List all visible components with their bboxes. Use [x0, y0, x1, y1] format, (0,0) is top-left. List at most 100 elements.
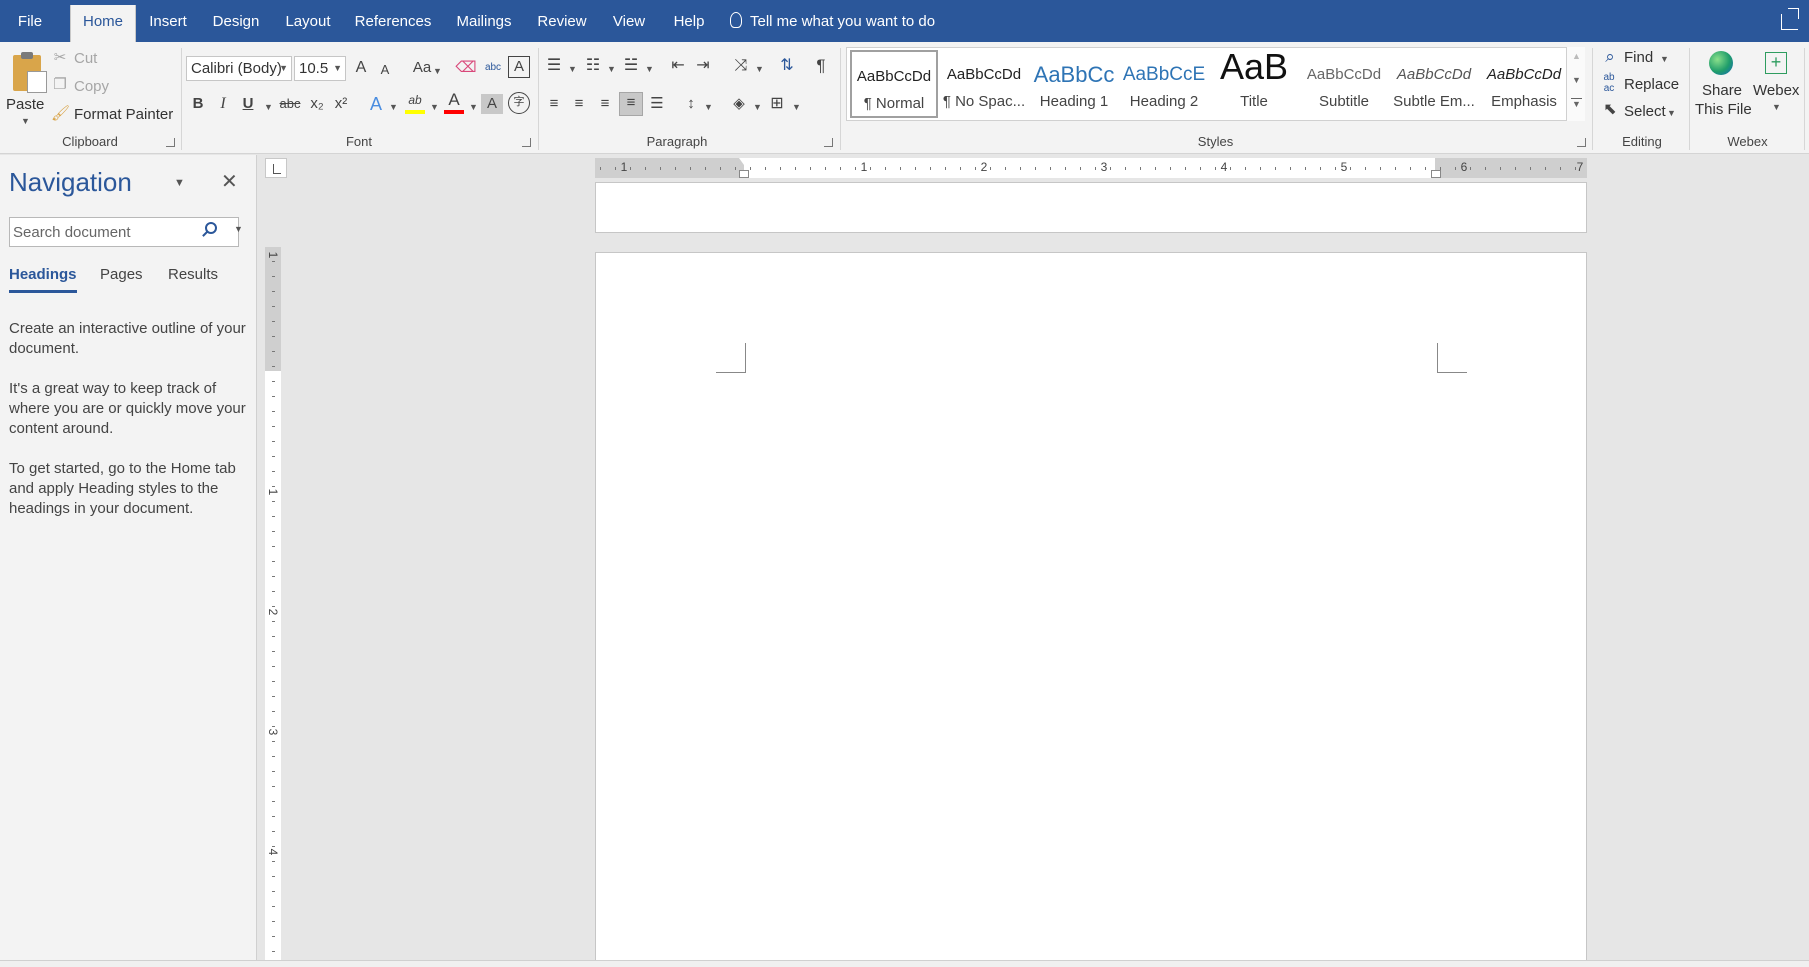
clipboard-dialog-launcher[interactable]: [166, 138, 175, 147]
bold-button[interactable]: B: [188, 94, 208, 114]
first-line-indent-marker[interactable]: [739, 158, 749, 165]
webex-button[interactable]: + Webex ▼: [1750, 46, 1804, 130]
tab-file[interactable]: File: [6, 0, 54, 42]
font-dialog-launcher[interactable]: [522, 138, 531, 147]
tab-view[interactable]: View: [604, 0, 654, 42]
borders-dropdown[interactable]: ▼: [792, 102, 801, 112]
enclose-characters-button[interactable]: 字: [508, 92, 530, 114]
increase-indent-icon[interactable]: ⇥: [692, 56, 714, 76]
grow-font-button[interactable]: A: [350, 58, 372, 78]
text-effects-button[interactable]: A: [365, 94, 387, 114]
close-icon[interactable]: ✕: [221, 169, 238, 194]
justify-icon[interactable]: ≡: [619, 92, 643, 116]
numbering-icon[interactable]: ☷: [582, 56, 604, 76]
style-title[interactable]: AaB Title: [1210, 50, 1298, 118]
horizontal-ruler[interactable]: 1 1 2 3 4 5 6 7: [595, 158, 1587, 178]
character-shading-button[interactable]: A: [481, 94, 503, 114]
italic-button[interactable]: I: [213, 94, 233, 114]
tab-help[interactable]: Help: [665, 0, 713, 42]
format-painter-button[interactable]: Format Painter: [74, 106, 173, 123]
clear-formatting-icon[interactable]: ⌫: [455, 58, 477, 78]
find-dropdown[interactable]: ▼: [1660, 54, 1669, 64]
sort-icon[interactable]: ⇅: [776, 56, 798, 76]
text-direction-dropdown[interactable]: ▼: [755, 64, 764, 74]
tab-review[interactable]: Review: [531, 0, 593, 42]
paint-bucket-icon[interactable]: ◈: [728, 94, 750, 114]
tell-me-search[interactable]: Tell me what you want to do: [730, 0, 935, 42]
highlight-dropdown[interactable]: ▼: [430, 102, 439, 112]
style-emphasis[interactable]: AaBbCcDd Emphasis: [1480, 50, 1568, 118]
strikethrough-button[interactable]: abc: [276, 94, 304, 114]
line-spacing-icon[interactable]: ↕: [680, 94, 702, 114]
gallery-more-button[interactable]: ▼: [1571, 98, 1582, 109]
show-hide-marks-button[interactable]: ¶: [810, 56, 832, 76]
bullets-dropdown[interactable]: ▼: [568, 64, 577, 74]
style-no-spacing[interactable]: AaBbCcDd ¶ No Spac...: [940, 50, 1028, 118]
select-button[interactable]: Select: [1624, 103, 1666, 120]
change-case-button[interactable]: Aa: [408, 58, 436, 78]
multilevel-list-dropdown[interactable]: ▼: [645, 64, 654, 74]
paragraph-dialog-launcher[interactable]: [824, 138, 833, 147]
paste-button[interactable]: Paste ▼: [4, 46, 47, 126]
multilevel-list-icon[interactable]: ☱: [620, 56, 642, 76]
tab-layout[interactable]: Layout: [278, 0, 338, 42]
find-button[interactable]: Find: [1624, 49, 1653, 66]
decrease-indent-icon[interactable]: ⇤: [667, 56, 689, 76]
tab-references[interactable]: References: [349, 0, 437, 42]
select-dropdown[interactable]: ▼: [1667, 108, 1676, 118]
tab-results[interactable]: Results: [168, 266, 218, 283]
gallery-scroll-up[interactable]: ▲: [1567, 51, 1586, 61]
tab-insert[interactable]: Insert: [142, 0, 194, 42]
shrink-font-button[interactable]: A: [374, 60, 396, 80]
subscript-button[interactable]: x₂: [306, 94, 328, 114]
vertical-ruler[interactable]: 1 1 2 3 4: [265, 247, 281, 963]
distributed-icon[interactable]: ☰: [646, 94, 668, 114]
right-indent-marker[interactable]: [1431, 170, 1441, 178]
text-direction-icon[interactable]: ⤨: [730, 56, 752, 76]
share-this-file-button[interactable]: Share This File: [1692, 46, 1752, 130]
hanging-indent-marker[interactable]: [739, 170, 749, 178]
cut-button[interactable]: Cut: [74, 50, 97, 67]
search-document-input[interactable]: [10, 218, 200, 246]
share-icon[interactable]: [1781, 8, 1799, 30]
shading-dropdown[interactable]: ▼: [753, 102, 762, 112]
style-heading-2[interactable]: AaBbCcE Heading 2: [1120, 50, 1208, 118]
numbering-dropdown[interactable]: ▼: [607, 64, 616, 74]
replace-button[interactable]: Replace: [1624, 76, 1679, 93]
gallery-scroll-down[interactable]: ▼: [1567, 75, 1586, 85]
tab-pages[interactable]: Pages: [100, 266, 143, 283]
font-color-button[interactable]: A: [441, 90, 467, 114]
pane-options-dropdown[interactable]: ▼: [174, 177, 185, 189]
bullets-icon[interactable]: ☰: [543, 56, 565, 76]
style-subtle-emphasis[interactable]: AaBbCcDd Subtle Em...: [1390, 50, 1478, 118]
phonetic-guide-button[interactable]: abc: [481, 58, 505, 78]
borders-icon[interactable]: ⊞: [766, 94, 788, 114]
tab-design[interactable]: Design: [205, 0, 267, 42]
highlight-button[interactable]: ab: [402, 90, 428, 114]
line-spacing-dropdown[interactable]: ▼: [704, 102, 713, 112]
font-size-combo[interactable]: 10.5 ▼: [294, 56, 346, 81]
tab-headings[interactable]: Headings: [9, 266, 77, 293]
style-normal[interactable]: AaBbCcDd ¶ Normal: [850, 50, 938, 118]
search-icon[interactable]: [205, 222, 217, 234]
tab-selector[interactable]: [265, 158, 287, 178]
document-page[interactable]: [595, 252, 1587, 967]
font-name-combo[interactable]: Calibri (Body) ▼: [186, 56, 292, 81]
align-right-icon[interactable]: ≡: [594, 94, 616, 114]
change-case-dropdown[interactable]: ▼: [433, 66, 442, 76]
underline-button[interactable]: U: [238, 94, 258, 114]
underline-dropdown[interactable]: ▼: [264, 102, 273, 112]
search-options-dropdown[interactable]: ▼: [234, 224, 243, 234]
tab-home[interactable]: Home: [70, 5, 136, 42]
tab-mailings[interactable]: Mailings: [448, 0, 520, 42]
align-left-icon[interactable]: ≡: [543, 94, 565, 114]
styles-dialog-launcher[interactable]: [1577, 138, 1586, 147]
style-heading-1[interactable]: AaBbCc Heading 1: [1030, 50, 1118, 118]
copy-button[interactable]: Copy: [74, 78, 109, 95]
align-center-icon[interactable]: ≡: [568, 94, 590, 114]
font-color-dropdown[interactable]: ▼: [469, 102, 478, 112]
superscript-button[interactable]: x²: [330, 94, 352, 114]
character-border-button[interactable]: A: [508, 56, 530, 78]
style-subtitle[interactable]: AaBbCcDd Subtitle: [1300, 50, 1388, 118]
text-effects-dropdown[interactable]: ▼: [389, 102, 398, 112]
